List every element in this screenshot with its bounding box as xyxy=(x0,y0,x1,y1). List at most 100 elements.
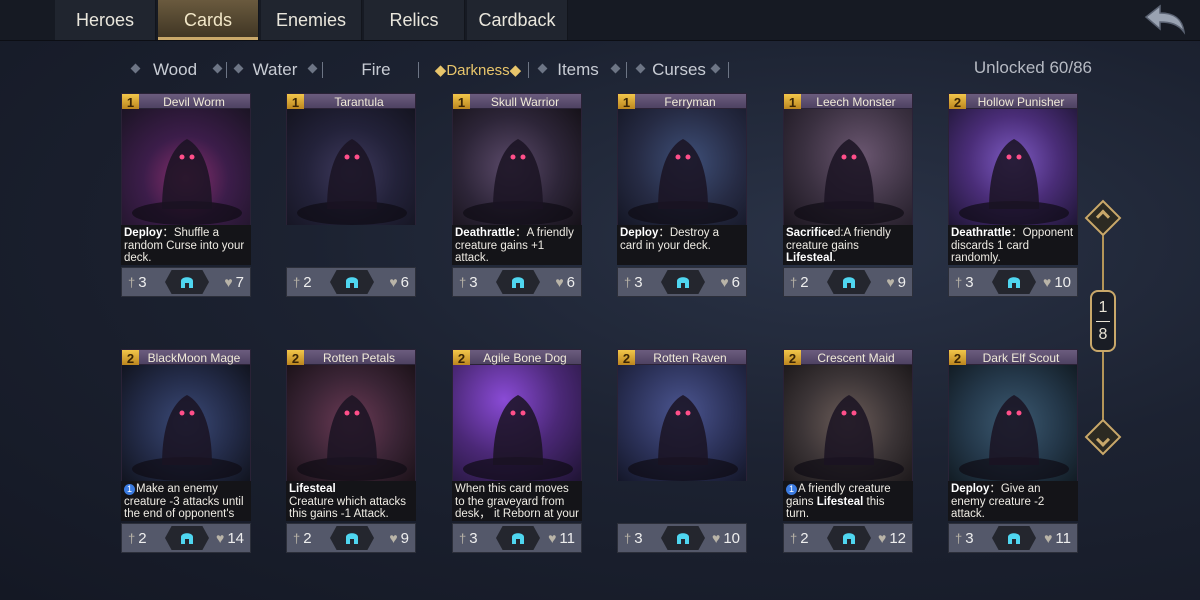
card-name: Leech Monster xyxy=(816,95,896,109)
page-separator xyxy=(1096,320,1110,322)
card-text: 1A friendly creature gains Lifesteal thi… xyxy=(783,481,913,521)
helmet-icon xyxy=(1008,533,1020,544)
card-art xyxy=(617,109,747,225)
card-description-tail: . xyxy=(832,252,836,264)
card-art xyxy=(286,365,416,481)
health-value: 6 xyxy=(400,273,409,291)
card-crescent-maid[interactable]: 2 Crescent Maid 1 A friendly creature gains… xyxy=(783,349,913,559)
health-value: 6 xyxy=(566,273,575,291)
card-type-badge xyxy=(827,526,871,550)
card-cost: 2 xyxy=(453,350,470,366)
card-type-badge xyxy=(330,270,374,294)
tab-heroes[interactable]: Heroes xyxy=(55,0,156,40)
unlocked-counter: Unlocked 60/86 xyxy=(973,58,1092,77)
card-cost: 1 xyxy=(122,94,139,110)
attack-value: 2 xyxy=(303,273,312,291)
health-stat: ♥ 12 xyxy=(878,527,906,549)
card-art xyxy=(783,109,913,225)
attack-stat: † 3 xyxy=(955,271,974,293)
tab-relics[interactable]: Relics xyxy=(364,0,465,40)
card-stats: † 2 ♥ 9 xyxy=(783,267,913,297)
card-stats: † 3 ♥ 10 xyxy=(617,523,747,553)
card-separator: ： xyxy=(162,227,174,239)
filter-wood[interactable]: Wood xyxy=(142,58,208,82)
card-rotten-raven[interactable]: 2 Rotten Raven † 3 ♥ 10 xyxy=(617,349,747,559)
filter-divider xyxy=(728,62,729,78)
back-arrow-icon[interactable] xyxy=(1142,4,1186,36)
card-dark-elf-scout[interactable]: 2 Dark Elf Scout Deploy：Give an enemy crea… xyxy=(948,349,1078,559)
filter-water[interactable]: Water xyxy=(244,58,306,82)
filter-fire[interactable]: Fire xyxy=(352,58,400,82)
health-value: 10 xyxy=(1054,273,1071,291)
filter-divider-icon xyxy=(307,63,318,74)
card-type-badge xyxy=(661,270,705,294)
attack-value: 3 xyxy=(634,529,643,547)
dagger-icon: † xyxy=(128,530,136,546)
filter-divider-icon xyxy=(212,63,223,74)
card-stats: † 3 ♥ 11 xyxy=(452,523,582,553)
filter-darkness[interactable]: ◆Darkness◆ xyxy=(432,58,524,82)
card-name: Rotten Petals xyxy=(322,351,396,365)
heart-icon: ♥ xyxy=(1043,274,1052,290)
tab-cardback[interactable]: Cardback xyxy=(467,0,568,40)
card-rotten-petals[interactable]: 2 Rotten Petals Lifesteal Creature which at… xyxy=(286,349,416,559)
creature-silhouette-icon xyxy=(463,395,573,481)
helmet-icon xyxy=(677,277,689,288)
card-separator: ： xyxy=(515,227,527,239)
card-agile-bone-dog[interactable]: 2 Agile Bone Dog When this card moves to t… xyxy=(452,349,582,559)
tab-enemies[interactable]: Enemies xyxy=(261,0,362,40)
card-header: 2 Hollow Punisher xyxy=(948,93,1078,110)
card-cost: 2 xyxy=(784,350,801,366)
filter-divider-icon xyxy=(610,63,621,74)
card-tarantula[interactable]: 1 Tarantula † 2 ♥ 6 xyxy=(286,93,416,303)
attack-value: 2 xyxy=(800,273,809,291)
card-skull-warrior[interactable]: 1 Skull Warrior Deathrattle：A friendly cre… xyxy=(452,93,582,303)
filter-divider xyxy=(528,62,529,78)
card-header: 1 Ferryman xyxy=(617,93,747,110)
health-value: 7 xyxy=(235,273,244,291)
card-name: Rotten Raven xyxy=(653,351,727,365)
health-value: 11 xyxy=(1055,529,1071,547)
card-header: 2 Agile Bone Dog xyxy=(452,349,582,366)
filter-divider-icon xyxy=(233,63,244,74)
card-header: 1 Tarantula xyxy=(286,93,416,110)
attack-value: 3 xyxy=(965,529,974,547)
card-keyword: Lifesteal xyxy=(289,483,336,495)
card-type-badge xyxy=(661,526,705,550)
heart-icon: ♥ xyxy=(878,530,887,546)
card-name: Devil Worm xyxy=(163,95,225,109)
health-value: 9 xyxy=(897,273,906,291)
card-leech-monster[interactable]: 1 Leech Monster Sacrificed:A friendly crea… xyxy=(783,93,913,303)
info-badge-icon: 1 xyxy=(124,484,135,495)
card-type-badge xyxy=(496,526,540,550)
filter-curses[interactable]: Curses xyxy=(648,58,710,82)
heart-icon: ♥ xyxy=(555,274,564,290)
creature-silhouette-icon xyxy=(297,395,407,481)
filter-divider xyxy=(322,62,323,78)
page-down-button[interactable] xyxy=(1084,418,1122,456)
card-cost: 1 xyxy=(784,94,801,110)
card-art xyxy=(948,365,1078,481)
heart-icon: ♥ xyxy=(548,530,557,546)
attack-stat: † 2 xyxy=(293,271,312,293)
card-text: Deathrattle：Opponent discards 1 card ran… xyxy=(948,225,1078,265)
card-ferryman[interactable]: 1 Ferryman Deploy：Destroy a card in your d… xyxy=(617,93,747,303)
card-hollow-punisher[interactable]: 2 Hollow Punisher Deathrattle：Opponent dis… xyxy=(948,93,1078,303)
dagger-icon: † xyxy=(790,274,798,290)
dagger-icon: † xyxy=(624,530,632,546)
card-type-badge xyxy=(330,526,374,550)
creature-silhouette-icon xyxy=(959,395,1069,481)
total-pages: 8 xyxy=(1098,325,1108,343)
attack-stat: † 2 xyxy=(790,271,809,293)
health-value: 9 xyxy=(400,529,409,547)
page-up-button[interactable] xyxy=(1084,199,1122,237)
helmet-icon xyxy=(181,533,193,544)
tab-cards[interactable]: Cards xyxy=(158,0,259,40)
card-devil-worm[interactable]: 1 Devil Worm Deploy：Shuffle a random Curse… xyxy=(121,93,251,303)
heart-icon: ♥ xyxy=(224,274,233,290)
top-tab-bar: Heroes Cards Enemies Relics Cardback xyxy=(0,0,1200,41)
card-blackmoon-mage[interactable]: 2 BlackMoon Mage 1 Make an enemy creature -… xyxy=(121,349,251,559)
filter-items[interactable]: Items xyxy=(550,58,606,82)
attack-value: 3 xyxy=(965,273,974,291)
current-page: 1 xyxy=(1098,298,1108,316)
